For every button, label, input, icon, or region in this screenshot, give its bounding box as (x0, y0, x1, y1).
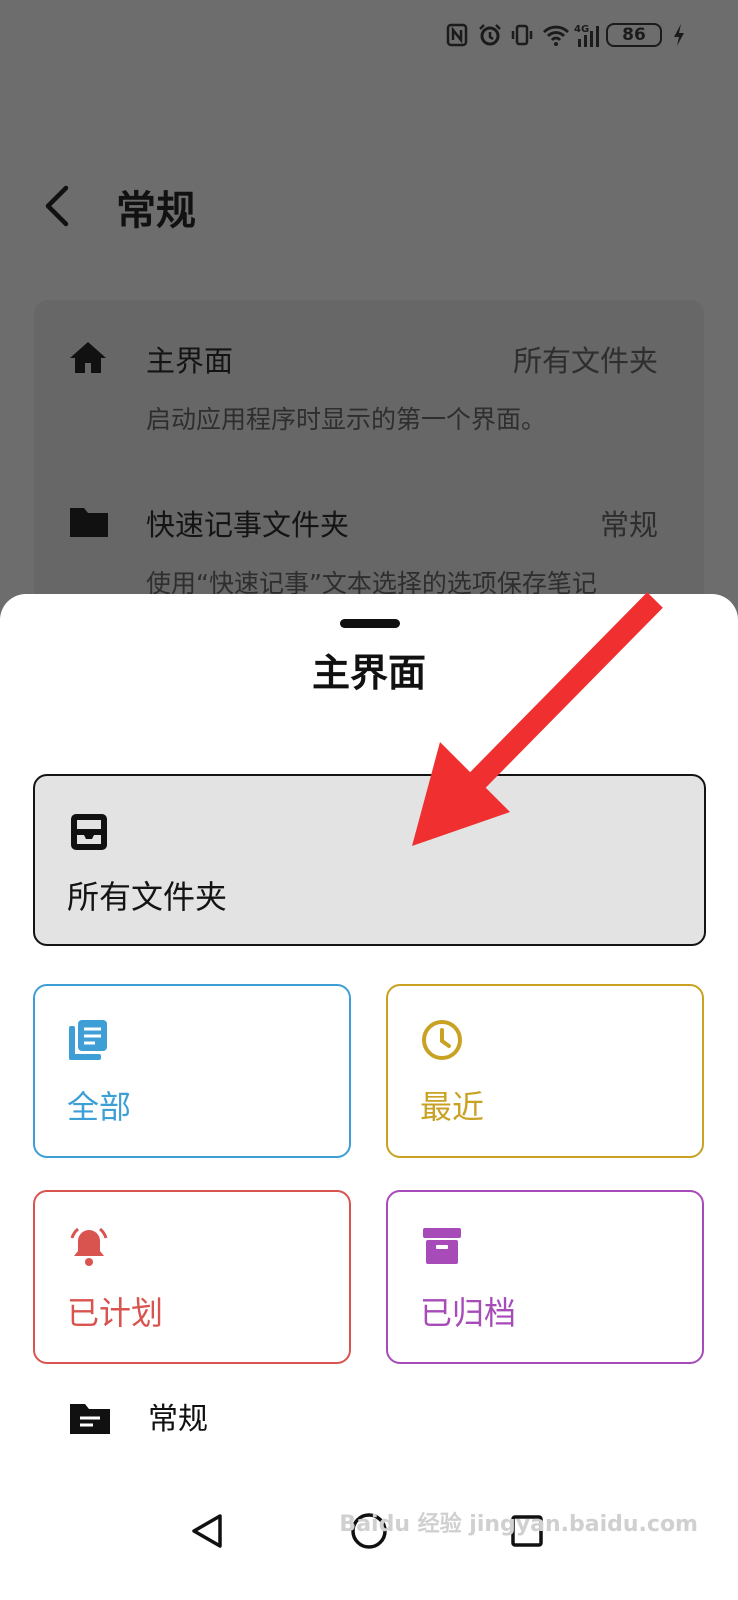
annotation-arrow (412, 592, 663, 846)
